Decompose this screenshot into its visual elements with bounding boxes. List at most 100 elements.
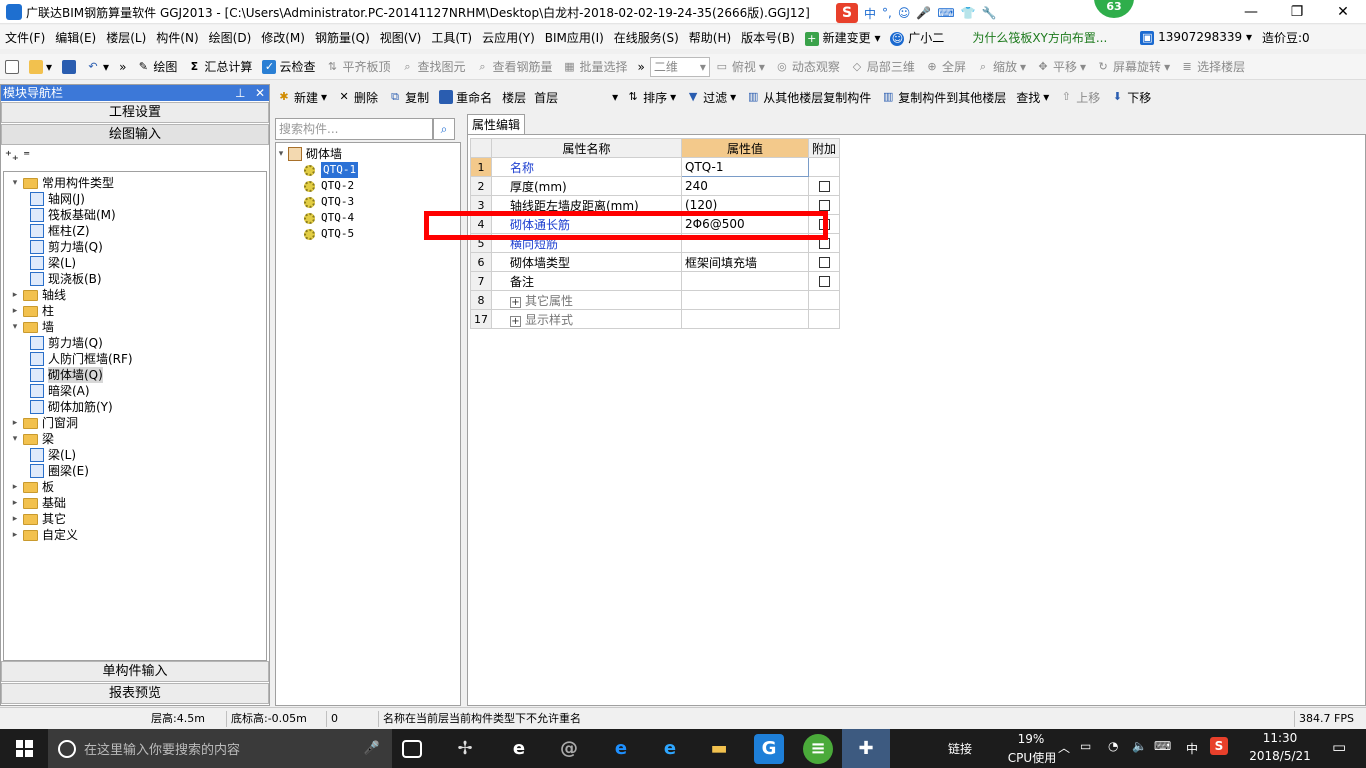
nav-tree-item[interactable]: ▸ 板 [4,479,266,495]
extra-checkbox[interactable] [818,257,830,268]
draw-input-button[interactable]: 绘图输入 [1,124,269,145]
cloud-check-button[interactable]: ✓ 云检查 [257,58,320,75]
sogou-tray-icon[interactable]: S [1210,737,1228,755]
nav-tree-item[interactable]: ▸ 门窗洞 [4,415,266,431]
score-badge[interactable]: 63 [1094,0,1134,18]
nav-tree-item[interactable]: ▸ 其它 [4,511,266,527]
component-root[interactable]: ▾ 砌体墙 [276,146,460,162]
panel-close-icon[interactable]: ✕ [255,85,265,101]
copy-component-button[interactable]: ⧉ 复制 [383,89,434,106]
collapse-icon[interactable]: ▾ [10,431,20,447]
component-item-qtq-3[interactable]: QTQ-3 [276,194,460,210]
pan-button[interactable]: ✥ 平移 ▾ [1031,58,1091,75]
nav-tree-item[interactable]: 砌体加筋(Y) [4,399,266,415]
nav-tree-item[interactable]: ▸ 自定义 [4,527,266,543]
nav-tree-item[interactable]: ▸ 基础 [4,495,266,511]
clock-time[interactable]: 11:30 [1250,731,1310,745]
nav-tree-item[interactable]: 轴网(J) [4,191,266,207]
sort-button[interactable]: ⇅ 排序 ▾ [621,89,681,106]
property-row[interactable]: 2 厚度(mm) 240 [470,176,841,196]
nav-tree-item[interactable]: ▸ 轴线 [4,287,266,303]
spiral-app-icon[interactable]: @ [554,734,584,764]
menu-tools[interactable]: 工具(T) [426,29,477,46]
ime-voice-icon[interactable]: 🎤 [916,6,931,20]
tab-property-edit[interactable]: 属性编辑 [467,114,525,134]
menu-rebar[interactable]: 钢筋量(Q) [310,29,375,46]
minimize-button[interactable]: — [1228,0,1274,24]
nav-tree-item[interactable]: ▾ 常用构件类型 [4,175,266,191]
sum-calc-button[interactable]: Σ 汇总计算 [182,58,257,75]
component-search-input[interactable]: 搜索构件... [275,118,433,140]
copy-from-floor-button[interactable]: ▥ 从其他楼层复制构件 [741,89,876,106]
delete-component-button[interactable]: ✕ 删除 [332,89,383,106]
property-row[interactable]: 8 + 其它属性 [470,290,841,310]
expand-icon[interactable]: ▸ [10,511,20,527]
nav-tree-item[interactable]: 剪力墙(Q) [4,239,266,255]
menu-version[interactable]: 版本号(B) [736,29,800,46]
glodon-g-icon[interactable]: G [754,734,784,764]
view-mode-select[interactable]: 二维 ▾ [649,56,710,77]
move-up-button[interactable]: ⇧ 上移 [1054,89,1105,106]
nav-tree-item[interactable]: 圈梁(E) [4,463,266,479]
menu-online[interactable]: 在线服务(S) [609,29,684,46]
ime-punct-icon[interactable]: °, [882,6,892,20]
menu-account[interactable]: ▣ 13907298339 ▾ [1135,30,1257,45]
ime-emoji-icon[interactable]: ☺ [898,6,911,20]
property-value[interactable] [681,290,809,310]
nav-tree-item[interactable]: 人防门框墙(RF) [4,351,266,367]
battery-icon[interactable]: ▭ [1080,739,1091,753]
extra-checkbox[interactable] [818,200,830,211]
undo-button[interactable]: ↶ ▾ [81,60,114,74]
volume-icon[interactable]: 🔈 [1132,739,1147,753]
nav-tree-item[interactable]: 框柱(Z) [4,223,266,239]
search-icon[interactable]: ⌕ [433,118,455,140]
menu-news-ticker[interactable]: 为什么筏板XY方向布置... [967,29,1131,46]
expand-icon[interactable]: ▸ [10,415,20,431]
clock-date[interactable]: 2018/5/21 [1242,749,1318,763]
component-item-qtq-1[interactable]: QTQ-1 [276,162,460,178]
fullscreen-button[interactable]: ⊕ 全屏 [920,58,971,75]
file-explorer-icon[interactable]: ▬ [704,734,734,764]
component-item-qtq-2[interactable]: QTQ-2 [276,178,460,194]
collapse-icon[interactable]: ▾ [276,146,286,162]
property-row[interactable]: 7 备注 [470,271,841,291]
toolbar-overflow[interactable]: » [114,60,131,74]
extra-checkbox[interactable] [818,276,830,287]
rename-component-button[interactable]: 重命名 [434,89,497,106]
ime-tools-icon[interactable]: 🔧 [982,6,997,20]
expand-icon[interactable]: ▸ [10,527,20,543]
ime-keyboard-icon[interactable]: ⌨ [937,6,954,20]
nav-tree-item[interactable]: 梁(L) [4,255,266,271]
task-view-icon[interactable] [402,740,422,758]
extra-checkbox[interactable] [818,181,830,192]
tray-link-label[interactable]: 链接 [948,740,972,757]
nav-tree-item[interactable]: 筏板基础(M) [4,207,266,223]
top-view-button[interactable]: ▭ 俯视 ▾ [710,58,770,75]
dynamic-view-button[interactable]: ◎ 动态观察 [770,58,845,75]
expand-plus-icon[interactable]: + [510,315,521,327]
expand-icon[interactable]: ▸ [10,303,20,319]
cpu-usage[interactable]: 19% [1005,732,1057,746]
ime-skin-icon[interactable]: 👕 [961,6,976,20]
menu-assistant[interactable]: ☺ 广小二 [885,29,949,46]
expand-icon[interactable]: ▸ [10,479,20,495]
new-file-button[interactable] [0,59,24,74]
open-file-button[interactable]: ▾ [24,59,57,74]
property-value[interactable] [681,309,809,329]
property-value[interactable]: QTQ-1 [681,157,809,177]
menu-component[interactable]: 构件(N) [151,29,203,46]
expand-plus-icon[interactable]: + [510,296,521,308]
menu-modify[interactable]: 修改(M) [256,29,310,46]
fan-app-icon[interactable]: ✢ [450,734,480,764]
batch-select-button[interactable]: ▦ 批量选择 [558,58,633,75]
nav-tree-item[interactable]: ▾ 梁 [4,431,266,447]
menu-edit[interactable]: 编辑(E) [50,29,101,46]
property-value[interactable]: 框架间填充墙 [681,252,809,272]
collapse-all-icon[interactable]: ⁼ [23,149,30,164]
sogou-ime-icon[interactable]: S [836,3,858,23]
start-button[interactable] [0,729,48,768]
menu-floor[interactable]: 楼层(L) [101,29,151,46]
single-component-input-button[interactable]: 单构件输入 [1,661,269,682]
menu-bim[interactable]: BIM应用(I) [540,29,609,46]
find-element-button[interactable]: ⌕ 查找图元 [395,58,470,75]
